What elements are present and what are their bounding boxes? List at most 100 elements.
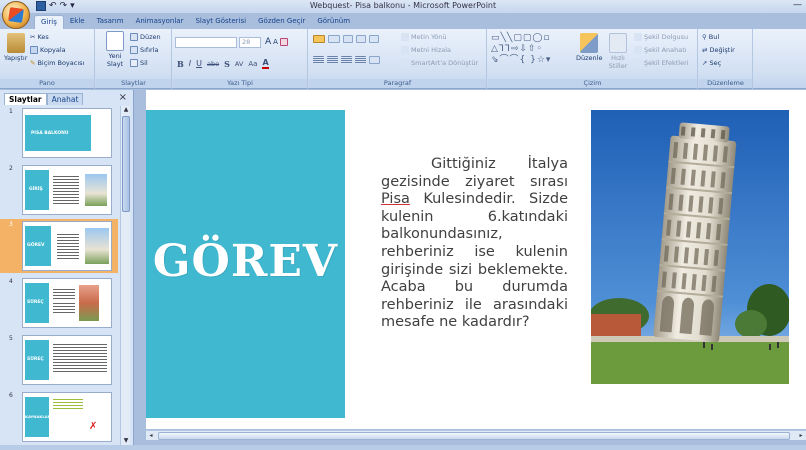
slide-thumbnail-6[interactable]: 6 KAYNAKLAR ✗ bbox=[0, 390, 118, 444]
tab-slayt-gosterisi[interactable]: Slayt Gösterisi bbox=[189, 15, 252, 29]
shapes-gallery[interactable]: ▭╲╲▢▢◯▫ △⅂⅂⇨⇩⇧◦ ⇘⌒⌒{ }☆▾ bbox=[491, 33, 571, 69]
title-bar: ↶ ↷ ▾ Webquest- Pisa balkonu - Microsoft… bbox=[0, 0, 806, 13]
layout-button[interactable]: Düzen bbox=[130, 33, 161, 41]
slide-thumbnail-3[interactable]: 3 GÖREV bbox=[0, 219, 118, 273]
shape-outline-button[interactable]: Şekil Anahatı bbox=[634, 46, 687, 54]
arrange-button[interactable]: Düzenle bbox=[576, 33, 602, 62]
bullets-icon[interactable] bbox=[313, 35, 325, 43]
paste-button[interactable]: Yapıştır bbox=[4, 33, 27, 62]
scroll-up-icon[interactable]: ▲ bbox=[122, 106, 130, 114]
strikethrough-button[interactable]: abe bbox=[207, 60, 219, 68]
format-painter-button[interactable]: ✎ Biçim Boyacısı bbox=[30, 59, 84, 67]
decrease-indent-icon[interactable] bbox=[343, 35, 353, 43]
replace-button[interactable]: ⇄ Değiştir bbox=[702, 46, 735, 54]
quick-styles-icon bbox=[609, 33, 627, 53]
font-color-button[interactable]: A bbox=[262, 58, 269, 69]
cut-label: Kes bbox=[37, 33, 49, 41]
align-center-icon[interactable] bbox=[327, 56, 338, 64]
align-text-button[interactable]: Metni Hizala bbox=[401, 46, 451, 54]
ribbon-tabs: Giriş Ekle Tasarım Animasyonlar Slayt Gö… bbox=[34, 15, 356, 29]
leaning-tower-illustration bbox=[591, 110, 789, 384]
new-slide-button[interactable]: Yeni Slayt bbox=[102, 31, 128, 68]
shrink-font-button[interactable]: A bbox=[273, 38, 278, 46]
scroll-left-icon[interactable]: ◂ bbox=[146, 431, 156, 441]
increase-indent-icon[interactable] bbox=[356, 35, 366, 43]
scroll-right-icon[interactable]: ▸ bbox=[796, 431, 806, 441]
justify-icon[interactable] bbox=[355, 56, 366, 64]
select-button[interactable]: ➚ Seç bbox=[702, 59, 721, 67]
italic-button[interactable]: I bbox=[189, 59, 191, 68]
panel-tabs: Slaytlar Anahat bbox=[4, 93, 84, 105]
align-left-icon[interactable] bbox=[313, 56, 324, 64]
tab-ekle[interactable]: Ekle bbox=[64, 15, 91, 29]
quick-styles-label: Hızlı Stiller bbox=[608, 54, 628, 70]
scroll-down-icon[interactable]: ▼ bbox=[122, 437, 130, 445]
delete-slide-button[interactable]: Sil bbox=[130, 59, 148, 67]
tab-animasyonlar[interactable]: Animasyonlar bbox=[130, 15, 190, 29]
grow-font-button[interactable]: A bbox=[265, 37, 271, 47]
columns-icon[interactable] bbox=[369, 56, 380, 64]
minimize-button[interactable]: — bbox=[793, 0, 802, 10]
slide-body-text[interactable]: Gittiğiniz İtalya gezisinde ziyaret sıra… bbox=[381, 156, 568, 332]
tab-anahat[interactable]: Anahat bbox=[46, 93, 84, 105]
underline-button[interactable]: U bbox=[196, 59, 202, 68]
leaning-tower-photo[interactable] bbox=[591, 110, 789, 384]
slide-number: 5 bbox=[9, 335, 13, 342]
slide-thumbnail-4[interactable]: 4 SÜREÇ bbox=[0, 276, 118, 330]
align-right-icon[interactable] bbox=[341, 56, 352, 64]
char-spacing-button[interactable]: AV bbox=[235, 60, 243, 68]
tab-tasarim[interactable]: Tasarım bbox=[91, 15, 130, 29]
scroll-thumb[interactable] bbox=[122, 116, 130, 212]
find-button[interactable]: ⚲ Bul bbox=[702, 33, 719, 41]
panel-scrollbar[interactable]: ▲ ▼ bbox=[120, 106, 130, 445]
font-size-input[interactable]: 28 bbox=[239, 37, 261, 48]
tab-gozden-gecir[interactable]: Gözden Geçir bbox=[252, 15, 311, 29]
shape-fill-button[interactable]: Şekil Dolgusu bbox=[634, 33, 688, 41]
copy-button[interactable]: Kopyala bbox=[30, 46, 66, 54]
tab-giris[interactable]: Giriş bbox=[34, 15, 64, 29]
thumb-title: PISA BALKONU bbox=[31, 131, 69, 136]
tab-slaytlar[interactable]: Slaytlar bbox=[4, 93, 47, 105]
smartart-button[interactable]: SmartArt'a Dönüştür bbox=[401, 59, 478, 67]
copy-icon bbox=[30, 46, 38, 54]
thumb-photo bbox=[85, 174, 107, 206]
bold-button[interactable]: B bbox=[177, 59, 184, 69]
thumb-title: GÖREV bbox=[27, 243, 45, 248]
slides-panel: Slaytlar Anahat × 1 PISA BALKONU 2 GİRİŞ… bbox=[0, 90, 134, 445]
horizontal-scrollbar[interactable]: ◂ ▸ bbox=[146, 430, 806, 440]
shape-effects-button[interactable]: Şekil Efektleri bbox=[634, 59, 689, 67]
delete-label: Sil bbox=[140, 59, 148, 67]
slide-number: 3 bbox=[9, 221, 13, 228]
group-label-duzenleme: Düzenleme bbox=[699, 79, 752, 88]
arrange-icon bbox=[580, 33, 599, 53]
tab-gorunum[interactable]: Görünüm bbox=[311, 15, 356, 29]
clear-format-icon[interactable] bbox=[279, 38, 288, 46]
slide-canvas[interactable]: GÖREV Gittiğiniz İtalya gezisinde ziyare… bbox=[146, 90, 806, 429]
slide-editing-area: GÖREV Gittiğiniz İtalya gezisinde ziyare… bbox=[135, 90, 806, 445]
numbering-icon[interactable] bbox=[328, 35, 340, 43]
change-case-button[interactable]: Aa bbox=[248, 60, 257, 68]
line-spacing-icon[interactable] bbox=[369, 35, 379, 43]
group-cizim: ▭╲╲▢▢◯▫ △⅂⅂⇨⇩⇧◦ ⇘⌒⌒{ }☆▾ Düzenle Hızlı Sti… bbox=[488, 29, 698, 89]
thumbnail-preview: KAYNAKLAR ✗ bbox=[22, 392, 112, 442]
office-button[interactable] bbox=[2, 1, 30, 29]
thumbnail-preview: SÜREÇ bbox=[22, 335, 112, 385]
close-icon[interactable]: × bbox=[119, 92, 127, 103]
cut-button[interactable]: ✂ Kes bbox=[30, 33, 49, 41]
align-text-label: Metni Hizala bbox=[411, 46, 452, 54]
shadow-button[interactable]: S bbox=[224, 59, 230, 69]
body-text-part: Gittiğiniz İtalya gezisinde ziyaret sıra… bbox=[381, 156, 568, 190]
shape-outline-icon bbox=[634, 46, 642, 54]
slide-thumbnail-5[interactable]: 5 SÜREÇ bbox=[0, 333, 118, 387]
slide-title[interactable]: GÖREV bbox=[146, 236, 345, 287]
text-direction-button[interactable]: Metin Yönü bbox=[401, 33, 446, 41]
reset-button[interactable]: Sıfırla bbox=[130, 46, 159, 54]
group-paragraf: Metin Yönü Metni Hizala SmartArt'a Dönüş… bbox=[309, 29, 487, 89]
thumb-text bbox=[53, 176, 79, 204]
horizontal-scroll-thumb[interactable] bbox=[158, 432, 790, 440]
slide-thumbnail-2[interactable]: 2 GİRİŞ bbox=[0, 163, 118, 217]
quick-styles-button[interactable]: Hızlı Stiller bbox=[606, 33, 630, 70]
find-label: Bul bbox=[708, 33, 720, 41]
slide-thumbnail-1[interactable]: 1 PISA BALKONU bbox=[0, 106, 118, 160]
font-name-input[interactable] bbox=[175, 37, 237, 48]
